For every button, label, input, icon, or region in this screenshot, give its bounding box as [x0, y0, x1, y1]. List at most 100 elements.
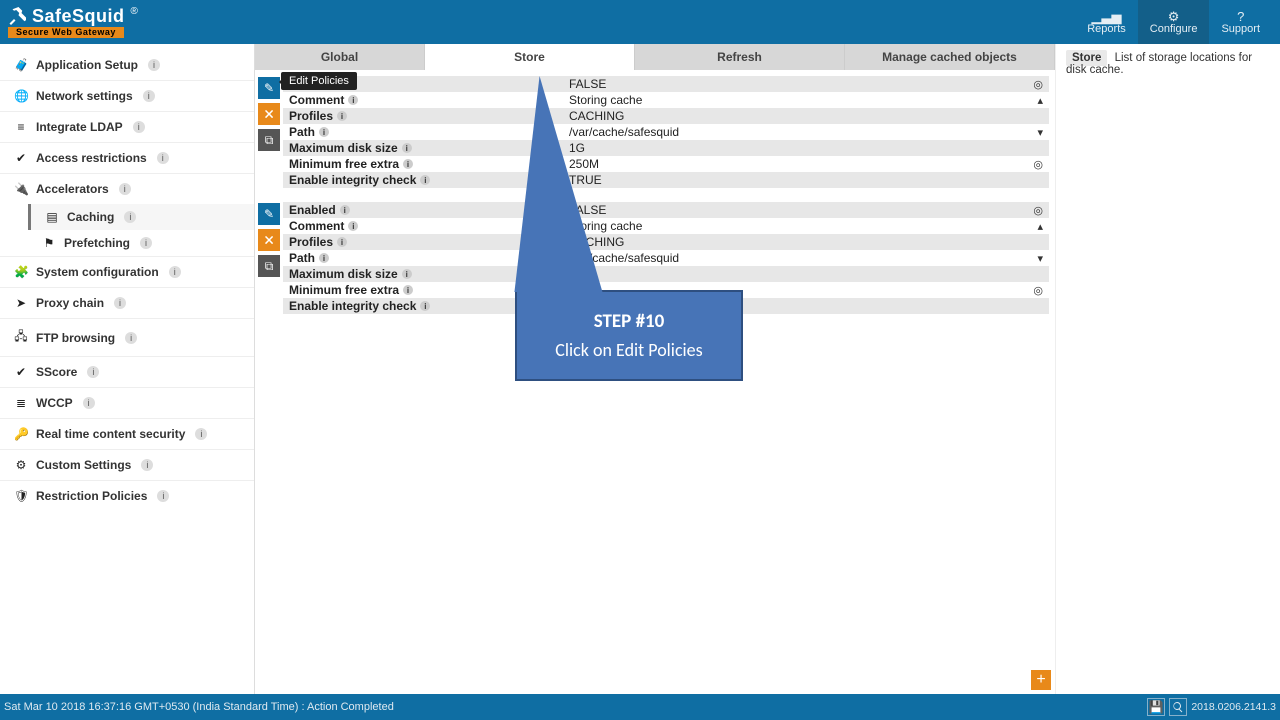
info-icon[interactable]: i [348, 221, 358, 231]
topnav-item-reports[interactable]: ▁▃▅Reports [1075, 0, 1138, 44]
sidebar-item-sscore[interactable]: ✔SScorei [0, 356, 254, 387]
row-control [1009, 298, 1049, 314]
info-icon[interactable]: i [420, 175, 430, 185]
shield-check-icon: ✔ [14, 151, 28, 165]
row-value: /var/cache/safesquid [563, 124, 1009, 140]
question-icon: ? [1237, 9, 1244, 23]
topnav-item-support[interactable]: ?Support [1209, 0, 1272, 44]
row-control[interactable]: ◎ [1009, 202, 1049, 218]
shield-icon: 🛡 [14, 489, 28, 503]
info-icon[interactable]: i [114, 297, 126, 309]
info-icon[interactable]: i [157, 152, 169, 164]
search-icon[interactable] [1169, 698, 1187, 716]
copy-button[interactable]: ⧉ [258, 129, 280, 151]
add-policy-button[interactable]: + [1031, 670, 1051, 690]
sidebar-item-custom-settings[interactable]: ⚙Custom Settingsi [0, 449, 254, 480]
forward-icon: ➤ [14, 296, 28, 310]
info-icon[interactable]: i [141, 459, 153, 471]
layers-icon: ≣ [14, 396, 28, 410]
globe-icon: 🌐 [14, 89, 28, 103]
tab-global[interactable]: Global [255, 44, 425, 70]
build-number: 2018.0206.2141.3 [1191, 701, 1276, 713]
row-value: TRUE [563, 172, 1009, 188]
sidebar-item-integrate-ldap[interactable]: ≡Integrate LDAPi [0, 111, 254, 142]
info-icon[interactable]: i [195, 428, 207, 440]
sidebar-item-prefetching[interactable]: ⚑Prefetchingi [28, 230, 254, 256]
row-control[interactable]: ▾ [1009, 250, 1049, 266]
save-icon[interactable]: 💾 [1147, 698, 1165, 716]
info-icon[interactable]: i [143, 90, 155, 102]
server-icon: 🖧 [14, 327, 28, 348]
info-icon[interactable]: i [157, 490, 169, 502]
row-value: /var/cache/safesquid [563, 250, 1009, 266]
sidebar-item-accelerators[interactable]: 🔌Acceleratorsi [0, 173, 254, 204]
topnav-item-configure[interactable]: ⚙Configure [1138, 0, 1210, 44]
row-value: CACHING [563, 108, 1009, 124]
info-icon[interactable]: i [337, 111, 347, 121]
info-icon[interactable]: i [148, 59, 160, 71]
info-icon[interactable]: i [83, 397, 95, 409]
info-icon[interactable]: i [319, 127, 329, 137]
policies-list: Edit Policies STEP #10 Click on Edit Pol… [255, 70, 1055, 334]
info-icon[interactable]: i [140, 237, 152, 249]
policy-block: ✎🗙⧉EnablediFALSE◎CommentiStoring cache▴P… [255, 76, 1049, 188]
brand-reg: ® [131, 7, 138, 17]
info-icon[interactable]: i [169, 266, 181, 278]
status-text: Sat Mar 10 2018 16:37:16 GMT+0530 (India… [4, 701, 394, 713]
info-icon[interactable]: i [420, 301, 430, 311]
sidebar-item-network-settings[interactable]: 🌐Network settingsi [0, 80, 254, 111]
row-control[interactable]: ▾ [1009, 124, 1049, 140]
check-icon: ✔ [14, 365, 28, 379]
row-control[interactable]: ◎ [1009, 76, 1049, 92]
info-icon[interactable]: i [402, 143, 412, 153]
info-icon[interactable]: i [403, 159, 413, 169]
tab-bar: GlobalStoreRefreshManage cached objects [255, 44, 1055, 70]
sidebar-item-proxy-chain[interactable]: ➤Proxy chaini [0, 287, 254, 318]
callout-line1: STEP #10 [527, 310, 731, 333]
info-icon[interactable]: i [348, 95, 358, 105]
row-control[interactable]: ▴ [1009, 218, 1049, 234]
info-icon[interactable]: i [119, 183, 131, 195]
info-icon[interactable]: i [133, 121, 145, 133]
info-icon[interactable]: i [319, 253, 329, 263]
row-control[interactable]: ◎ [1009, 282, 1049, 298]
row-control[interactable]: ◎ [1009, 156, 1049, 172]
content-pane: GlobalStoreRefreshManage cached objects … [255, 44, 1280, 694]
row-control [1009, 172, 1049, 188]
info-icon[interactable]: i [402, 269, 412, 279]
row-control[interactable]: ▴ [1009, 92, 1049, 108]
info-icon[interactable]: i [87, 366, 99, 378]
tab-manage-cached-objects[interactable]: Manage cached objects [845, 44, 1055, 70]
edit-button[interactable]: ✎ [258, 203, 280, 225]
sidebar-item-ftp-browsing[interactable]: 🖧FTP browsingi [0, 318, 254, 356]
sidebar-item-caching[interactable]: ▤Cachingi [28, 204, 254, 230]
sidebar-item-access-restrictions[interactable]: ✔Access restrictionsi [0, 142, 254, 173]
row-control [1009, 108, 1049, 124]
info-icon[interactable]: i [125, 332, 137, 344]
info-icon[interactable]: i [337, 237, 347, 247]
edit-policies-tooltip: Edit Policies [281, 72, 357, 90]
sidebar-item-restriction-policies[interactable]: 🛡Restriction Policiesi [0, 480, 254, 511]
bar-chart-icon: ▁▃▅ [1092, 9, 1122, 23]
sidebar-item-real-time-content-security[interactable]: 🔑Real time content securityi [0, 418, 254, 449]
center-column: GlobalStoreRefreshManage cached objects … [255, 44, 1055, 694]
callout-line2: Click on Edit Policies [527, 339, 731, 361]
settings-icon: ⚙ [14, 458, 28, 472]
tab-store[interactable]: Store [425, 44, 635, 70]
top-nav: ▁▃▅Reports⚙Configure?Support [1075, 0, 1272, 44]
delete-button[interactable]: 🗙 [258, 229, 280, 251]
row-control [1009, 234, 1049, 250]
info-icon[interactable]: i [340, 205, 350, 215]
info-icon[interactable]: i [403, 285, 413, 295]
row-value: Storing cache [563, 92, 1009, 108]
tab-refresh[interactable]: Refresh [635, 44, 845, 70]
sidebar-item-system-configuration[interactable]: 🧩System configurationi [0, 256, 254, 287]
tools-icon [8, 7, 26, 25]
copy-button[interactable]: ⧉ [258, 255, 280, 277]
info-icon[interactable]: i [124, 211, 136, 223]
sidebar-item-wccp[interactable]: ≣WCCPi [0, 387, 254, 418]
row-value: CACHING [563, 234, 1009, 250]
sidebar-item-application-setup[interactable]: 🧳Application Setupi [0, 50, 254, 80]
main-area: 🧳Application Setupi🌐Network settingsi≡In… [0, 44, 1280, 694]
delete-button[interactable]: 🗙 [258, 103, 280, 125]
